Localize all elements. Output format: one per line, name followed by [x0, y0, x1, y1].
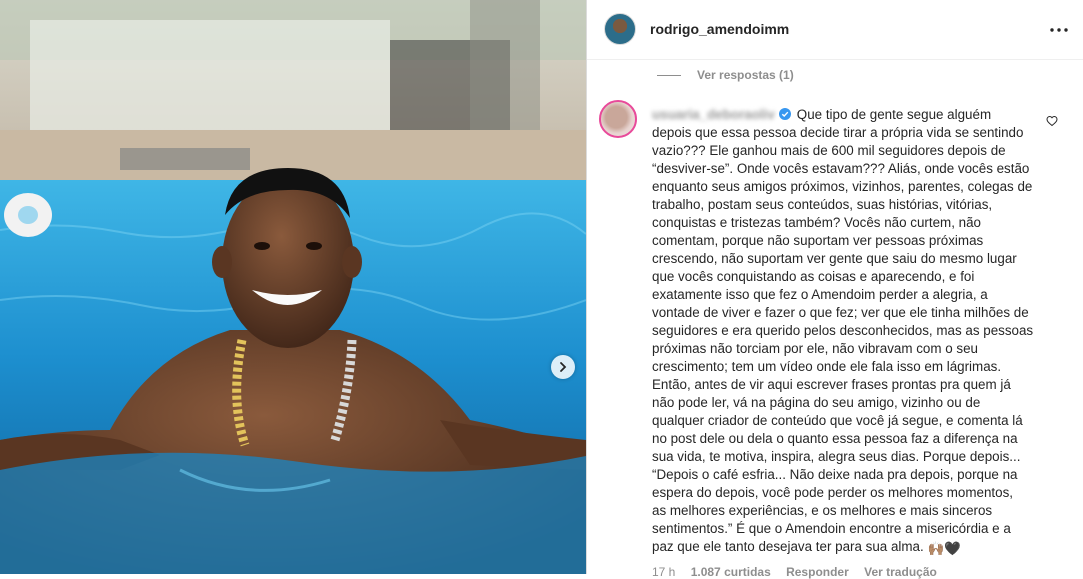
post-photo — [0, 0, 586, 574]
reply-button[interactable]: Responder — [786, 565, 849, 579]
author-username[interactable]: rodrigo_amendoimm — [650, 21, 789, 37]
raising-hands-emoji: 🙌🏽 — [927, 541, 945, 556]
next-media-button[interactable] — [551, 355, 575, 379]
chevron-right-icon — [560, 362, 567, 372]
comment-meta: 17 h 1.087 curtidas Responder Ver traduç… — [652, 565, 949, 579]
black-heart-emoji: 🖤 — [944, 541, 961, 556]
commenter-username[interactable]: usuaria_deboraoliv — [652, 107, 775, 122]
comment-text: Que tipo de gente segue alguém depois qu… — [652, 107, 1034, 554]
like-comment-heart-icon[interactable] — [1046, 115, 1058, 127]
post-header: rodrigo_amendoimm — [587, 0, 1083, 60]
more-horizontal-icon — [1050, 28, 1068, 32]
verified-badge-icon — [778, 108, 791, 120]
author-avatar[interactable] — [604, 13, 636, 45]
commenter-avatar[interactable] — [599, 100, 637, 138]
view-replies-label: Ver respostas (1) — [697, 68, 794, 82]
comments-panel: rodrigo_amendoimm Ver respostas (1) usua… — [586, 0, 1083, 579]
post-dialog: rodrigo_amendoimm Ver respostas (1) usua… — [0, 0, 1083, 579]
replies-divider-line — [657, 74, 681, 76]
view-replies-toggle[interactable]: Ver respostas (1) — [657, 67, 794, 83]
comment-body: usuaria_deboraoliv Que tipo de gente segu… — [652, 106, 1052, 558]
more-options-button[interactable] — [1049, 20, 1069, 40]
comment-time[interactable]: 17 h — [652, 565, 675, 579]
comment-likes[interactable]: 1.087 curtidas — [691, 565, 771, 579]
see-translation-button[interactable]: Ver tradução — [864, 565, 937, 579]
post-image — [0, 0, 586, 574]
